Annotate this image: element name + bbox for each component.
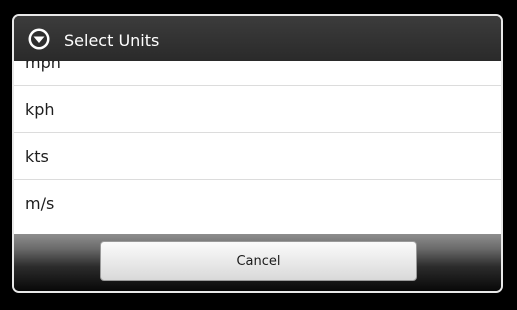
list-item-label: mph: [25, 61, 61, 72]
list-item-mps[interactable]: m/s: [14, 180, 501, 227]
chevron-down-circle-icon: [27, 27, 51, 51]
list-item-kph[interactable]: kph: [14, 86, 501, 133]
list-item-label: kts: [25, 147, 49, 166]
dialog-title-bar: Select Units: [14, 16, 501, 61]
dialog-title: Select Units: [64, 31, 160, 50]
units-list: mph kph kts m/s: [14, 61, 501, 234]
dialog-button-bar: Cancel: [14, 234, 501, 291]
list-item-label: kph: [25, 100, 55, 119]
list-item-label: m/s: [25, 194, 55, 213]
select-units-dialog: Select Units mph kph kts m/s Cancel: [12, 14, 503, 293]
list-item-kts[interactable]: kts: [14, 133, 501, 180]
cancel-button[interactable]: Cancel: [100, 241, 417, 281]
list-item-mph[interactable]: mph: [14, 61, 501, 86]
